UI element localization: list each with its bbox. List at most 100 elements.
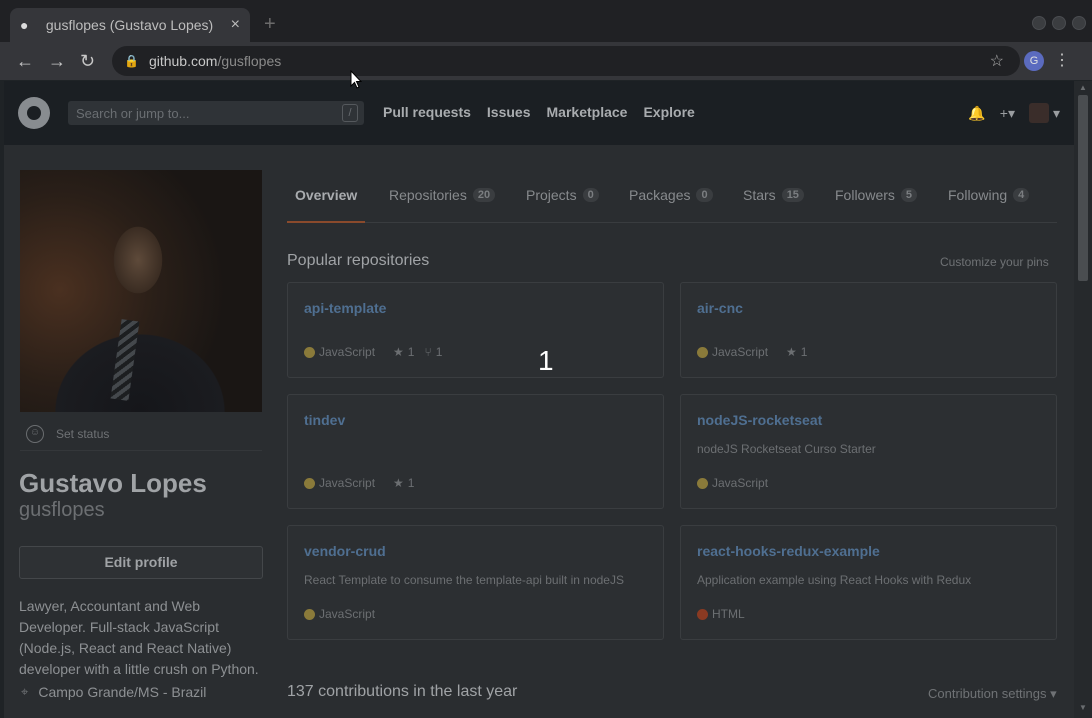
overlay-step-number: 1 (538, 345, 554, 376)
nav-issues[interactable]: Issues (487, 104, 531, 120)
repo-language: HTML (712, 607, 745, 621)
repo-name[interactable]: tindev (304, 412, 345, 428)
repo-name[interactable]: api-template (304, 300, 386, 316)
repo-language: JavaScript (712, 345, 769, 359)
github-header: Search or jump to... / Pull requests Iss… (4, 81, 1074, 145)
tab-projects[interactable]: Projects 0 (526, 187, 599, 203)
repo-meta: JavaScript ★ 1 ⑂ 1 (304, 345, 442, 359)
github-logo-icon[interactable] (18, 97, 50, 129)
language-color-dot (304, 346, 315, 358)
tab-close-icon[interactable]: × (231, 16, 240, 34)
repo-meta: JavaScript ★ 1 (304, 476, 414, 490)
chevron-down-icon: ▾ (1052, 104, 1060, 121)
browser-menu-icon[interactable]: ⋮ (1054, 50, 1070, 70)
lock-icon: 🔒 (124, 54, 139, 68)
repo-language: JavaScript (712, 476, 769, 490)
photo-detail (110, 319, 140, 401)
count-badge: 4 (1013, 188, 1030, 202)
browser-tab-bar: ● gusflopes (Gustavo Lopes) × + (0, 0, 1092, 42)
star-count: 1 (407, 345, 415, 359)
tab-packages[interactable]: Packages 0 (629, 187, 713, 203)
nav-pull-requests[interactable]: Pull requests (383, 104, 471, 120)
minimize-button[interactable] (1032, 16, 1046, 30)
scroll-up-icon[interactable]: ▲ (1079, 83, 1087, 92)
repo-meta: JavaScript ★ 1 (697, 345, 807, 359)
tab-following[interactable]: Following 4 (948, 187, 1030, 203)
maximize-button[interactable] (1052, 16, 1066, 30)
count-badge: 0 (582, 188, 599, 202)
notifications-bell-icon[interactable]: 🔔 (968, 105, 985, 122)
tab-overview[interactable]: Overview (295, 187, 357, 203)
repo-name[interactable]: air-cnc (697, 300, 743, 316)
scrollbar[interactable]: ▲ ▼ (1074, 81, 1092, 718)
browser-toolbar: ← → ↻ 🔒 github.com/gusflopes ☆ G ⋮ (0, 42, 1092, 80)
repo-description: nodeJS Rocketseat Curso Starter (697, 442, 876, 456)
user-menu[interactable]: ▾ (1028, 103, 1060, 123)
new-tab-button[interactable]: + (264, 14, 276, 34)
search-input[interactable]: Search or jump to... / (68, 101, 364, 125)
mouse-cursor-icon (350, 70, 362, 89)
language-color-dot (304, 477, 315, 489)
star-icon: ★ (393, 345, 404, 359)
repo-card[interactable]: nodeJS-rocketseat nodeJS Rocketseat Curs… (680, 394, 1057, 509)
back-icon[interactable]: ← (16, 51, 34, 71)
set-status-button[interactable]: ☺ Set status (26, 425, 109, 443)
tab-stars[interactable]: Stars 15 (743, 187, 804, 203)
repo-language: JavaScript (319, 607, 376, 621)
profile-page: ☺ Set status Gustavo Lopes gusflopes Edi… (4, 145, 1074, 718)
scroll-down-icon[interactable]: ▼ (1079, 703, 1087, 712)
repo-card[interactable]: air-cnc JavaScript ★ 1 (680, 282, 1057, 378)
repo-meta: JavaScript (697, 476, 768, 490)
tab-repositories[interactable]: Repositories 20 (389, 187, 496, 203)
customize-pins-link[interactable]: Customize your pins (940, 255, 1049, 269)
contribution-settings-dropdown[interactable]: Contribution settings ▾ (928, 686, 1057, 702)
browser-profile-avatar[interactable]: G (1024, 51, 1044, 71)
count-badge: 5 (900, 188, 918, 202)
star-count: 1 (800, 345, 808, 359)
language-color-dot (697, 477, 708, 489)
popular-repos-title: Popular repositories (287, 252, 430, 269)
fork-count: 1 (435, 345, 443, 359)
search-shortcut-key: / (342, 104, 358, 122)
forward-icon[interactable]: → (48, 51, 66, 71)
repo-description: Application example using React Hooks wi… (697, 573, 972, 587)
profile-name: Gustavo Lopes (19, 468, 207, 498)
repo-name[interactable]: vendor-crud (304, 543, 386, 559)
url-host: github.com (148, 53, 218, 69)
bookmark-star-icon[interactable]: ☆ (990, 51, 1004, 71)
reload-icon[interactable]: ↻ (80, 51, 95, 71)
smiley-icon: ☺ (26, 425, 44, 443)
contributions-title: 137 contributions in the last year (287, 683, 518, 700)
set-status-label: Set status (56, 427, 110, 441)
language-color-dot (697, 346, 708, 358)
repo-card[interactable]: vendor-crud React Template to consume th… (287, 525, 664, 640)
star-icon: ★ (786, 345, 797, 359)
nav-explore[interactable]: Explore (643, 104, 694, 120)
address-bar[interactable]: 🔒 github.com/gusflopes (112, 46, 1020, 76)
repo-meta: HTML (697, 607, 745, 621)
browser-tab[interactable]: ● gusflopes (Gustavo Lopes) × (10, 8, 250, 42)
count-badge: 20 (472, 188, 496, 202)
repo-name[interactable]: nodeJS-rocketseat (697, 412, 822, 428)
github-favicon-icon: ● (20, 17, 29, 33)
repo-name[interactable]: react-hooks-redux-example (697, 543, 880, 559)
profile-bio: Lawyer, Accountant and Web Developer. Fu… (19, 598, 259, 677)
repo-card[interactable]: api-template JavaScript ★ 1 ⑂ 1 (287, 282, 664, 378)
repo-card[interactable]: tindev JavaScript ★ 1 (287, 394, 664, 509)
search-placeholder: Search or jump to... (76, 105, 190, 121)
edit-profile-button[interactable]: Edit profile (19, 546, 263, 579)
language-color-dot (697, 608, 708, 620)
repo-card[interactable]: react-hooks-redux-example Application ex… (680, 525, 1057, 640)
nav-marketplace[interactable]: Marketplace (547, 104, 628, 120)
count-badge: 0 (696, 188, 713, 202)
profile-location: ⌖ Campo Grande/MS - Brazil (21, 684, 206, 700)
scrollbar-thumb[interactable] (1078, 95, 1088, 281)
create-new-dropdown[interactable]: +▾ (1000, 105, 1015, 122)
language-color-dot (304, 608, 315, 620)
header-actions: 🔔 +▾ ▾ (968, 103, 1060, 123)
close-window-button[interactable] (1072, 16, 1086, 30)
profile-photo[interactable] (20, 170, 262, 412)
profile-login: gusflopes (19, 499, 105, 521)
location-pin-icon: ⌖ (21, 684, 29, 699)
tab-followers[interactable]: Followers 5 (835, 187, 918, 203)
